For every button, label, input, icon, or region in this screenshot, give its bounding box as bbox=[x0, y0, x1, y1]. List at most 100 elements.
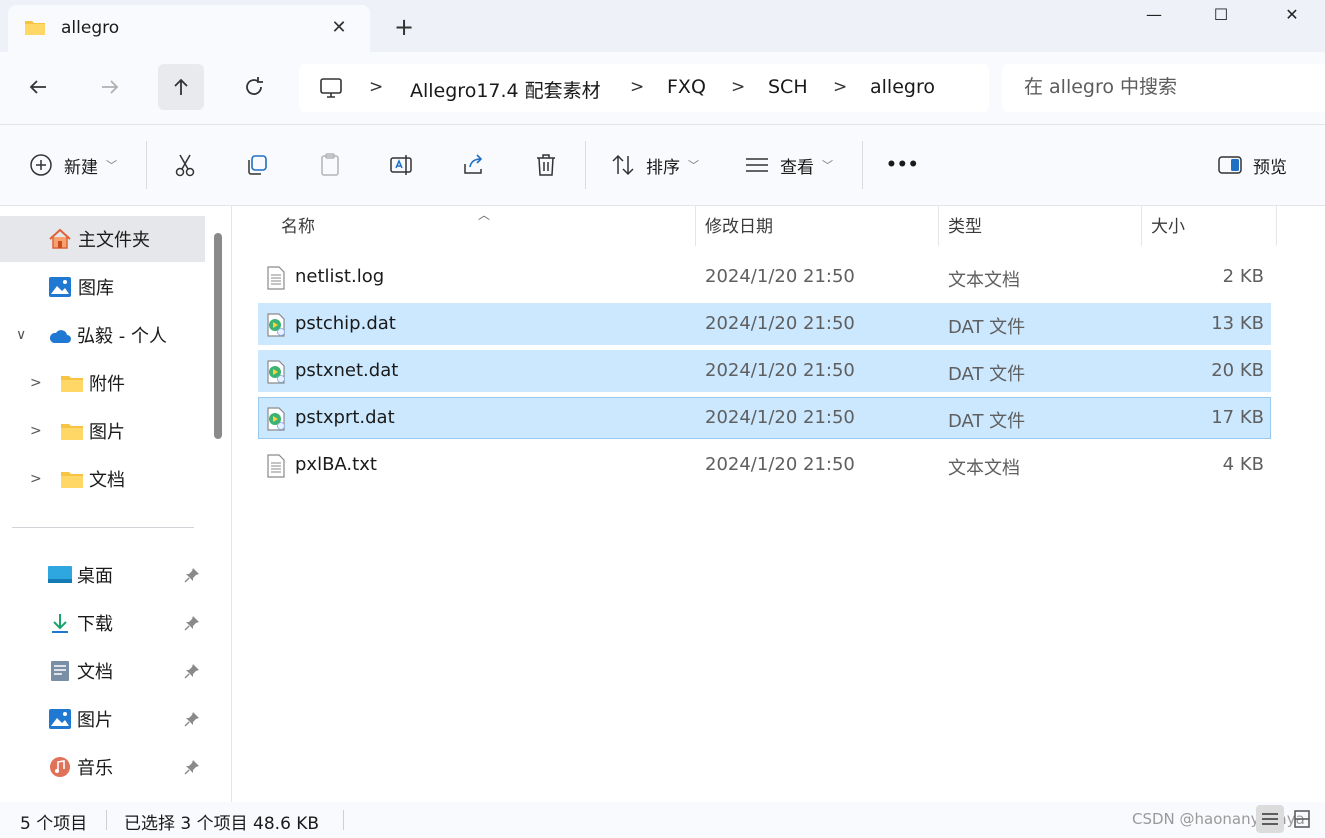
cloud-icon bbox=[49, 330, 71, 343]
cut-button[interactable] bbox=[172, 145, 198, 185]
column-divider[interactable] bbox=[1276, 206, 1277, 246]
sidebar-item-label: 桌面 bbox=[77, 566, 113, 587]
text-file-icon bbox=[266, 454, 286, 478]
sidebar-item-folder[interactable]: > 文档 bbox=[0, 456, 205, 502]
chevron-right-icon[interactable]: > bbox=[30, 471, 42, 487]
sidebar-item-folder[interactable]: > 附件 bbox=[0, 360, 205, 406]
sidebar-item-downloads[interactable]: 下载 bbox=[0, 600, 205, 646]
computer-icon bbox=[320, 78, 342, 98]
rename-icon bbox=[390, 155, 412, 175]
up-button[interactable] bbox=[158, 64, 204, 110]
pin-icon[interactable] bbox=[184, 759, 200, 775]
picture-icon bbox=[49, 709, 71, 729]
copy-button[interactable] bbox=[244, 145, 270, 185]
forward-button[interactable] bbox=[87, 64, 133, 110]
dat-file-icon bbox=[266, 407, 286, 431]
breadcrumb-item[interactable]: Allegro17.4 配套素材 bbox=[410, 76, 601, 103]
view-lines-icon bbox=[746, 158, 768, 172]
tab-allegro[interactable]: allegro ✕ bbox=[8, 5, 370, 52]
tab-title: allegro bbox=[61, 18, 120, 38]
more-button[interactable]: ••• bbox=[886, 145, 919, 185]
sidebar-scrollbar-thumb[interactable] bbox=[214, 233, 222, 439]
column-header-modified[interactable]: 修改日期 bbox=[705, 206, 773, 246]
file-name: pstxnet.dat bbox=[295, 360, 399, 381]
file-modified: 2024/1/20 21:50 bbox=[705, 454, 855, 475]
breadcrumb-item[interactable]: FXQ bbox=[667, 76, 706, 98]
tiles-view-button[interactable] bbox=[1288, 805, 1316, 833]
file-row[interactable]: pstchip.dat 2024/1/20 21:50 DAT 文件 13 KB bbox=[258, 303, 1271, 345]
pin-icon[interactable] bbox=[184, 615, 200, 631]
download-icon bbox=[52, 614, 68, 633]
chevron-right-icon[interactable]: > bbox=[30, 375, 42, 391]
file-row[interactable]: pstxprt.dat 2024/1/20 21:50 DAT 文件 17 KB bbox=[258, 397, 1271, 439]
chevron-right-icon[interactable]: > bbox=[30, 423, 42, 439]
pin-icon[interactable] bbox=[184, 567, 200, 583]
chevron-down-icon[interactable]: ∨ bbox=[16, 327, 26, 343]
column-divider[interactable] bbox=[938, 206, 939, 246]
status-bar: 5 个项目 已选择 3 个项目 48.6 KB CSDN @haonanyaya… bbox=[0, 802, 1325, 838]
refresh-icon bbox=[246, 77, 263, 95]
new-button[interactable]: 新建 ﹀ bbox=[28, 145, 117, 185]
sidebar-item-pictures[interactable]: 图片 bbox=[0, 696, 205, 742]
rename-button[interactable] bbox=[389, 145, 415, 185]
back-button[interactable] bbox=[15, 64, 61, 110]
file-type: DAT 文件 bbox=[948, 411, 1026, 432]
address-bar[interactable]: > Allegro17.4 配套素材 > FXQ > SCH > allegro bbox=[299, 64, 989, 112]
preview-pane-icon bbox=[1218, 156, 1242, 174]
pin-icon[interactable] bbox=[184, 711, 200, 727]
search-input[interactable] bbox=[1024, 76, 1314, 98]
column-divider[interactable] bbox=[1141, 206, 1142, 246]
sidebar-item-onedrive[interactable]: ∨ 弘毅 - 个人 bbox=[0, 312, 205, 358]
paste-button[interactable] bbox=[317, 145, 343, 185]
sort-icon bbox=[612, 154, 634, 176]
chevron-right-icon[interactable]: > bbox=[833, 77, 847, 97]
arrow-left-icon bbox=[29, 80, 46, 94]
column-header-name[interactable]: 名称 bbox=[281, 206, 315, 246]
view-button[interactable]: 查看 ﹀ bbox=[744, 145, 833, 185]
delete-button[interactable] bbox=[533, 145, 559, 185]
text-file-icon bbox=[266, 266, 286, 290]
file-row[interactable]: netlist.log 2024/1/20 21:50 文本文档 2 KB bbox=[258, 256, 1271, 298]
chevron-right-icon[interactable]: > bbox=[369, 77, 383, 97]
status-divider bbox=[343, 810, 344, 830]
file-row[interactable]: pxlBA.txt 2024/1/20 21:50 文本文档 4 KB bbox=[258, 444, 1271, 486]
column-header-type[interactable]: 类型 bbox=[948, 206, 982, 246]
pin-icon[interactable] bbox=[184, 663, 200, 679]
close-window-button[interactable]: ✕ bbox=[1262, 0, 1322, 32]
sidebar-item-label: 下载 bbox=[77, 614, 113, 635]
minimize-button[interactable]: — bbox=[1124, 0, 1184, 32]
file-size: 20 KB bbox=[1211, 360, 1264, 381]
file-size: 4 KB bbox=[1222, 454, 1264, 475]
details-view-button[interactable] bbox=[1256, 805, 1284, 833]
sort-button[interactable]: 排序 ﹀ bbox=[610, 145, 699, 185]
maximize-button[interactable]: ☐ bbox=[1191, 0, 1251, 32]
sidebar-item-folder[interactable]: > 图片 bbox=[0, 408, 205, 454]
sort-label: 排序 bbox=[646, 157, 680, 178]
file-modified: 2024/1/20 21:50 bbox=[705, 407, 855, 428]
sidebar-item-gallery[interactable]: 图库 bbox=[0, 264, 205, 310]
share-button[interactable] bbox=[461, 145, 487, 185]
sidebar-item-home[interactable]: 主文件夹 bbox=[0, 216, 205, 262]
sidebar-item-label: 文档 bbox=[89, 470, 125, 491]
sidebar-item-documents[interactable]: 文档 bbox=[0, 648, 205, 694]
chevron-right-icon[interactable]: > bbox=[731, 77, 745, 97]
file-row[interactable]: pstxnet.dat 2024/1/20 21:50 DAT 文件 20 KB bbox=[258, 350, 1271, 392]
home-icon bbox=[49, 228, 71, 249]
breadcrumb-item[interactable]: allegro bbox=[870, 76, 935, 98]
preview-button[interactable]: 预览 bbox=[1217, 145, 1287, 185]
clipboard-icon bbox=[321, 153, 339, 176]
column-header-size[interactable]: 大小 bbox=[1151, 206, 1185, 246]
close-tab-icon[interactable]: ✕ bbox=[326, 15, 352, 41]
file-type: 文本文档 bbox=[948, 270, 1020, 291]
navigation-pane: 主文件夹 图库 ∨ 弘毅 - 个人 > 附件 > 图片 > 文档 桌面 下载 文… bbox=[0, 206, 232, 802]
desktop-icon bbox=[48, 566, 72, 583]
chevron-right-icon[interactable]: > bbox=[630, 77, 644, 97]
refresh-button[interactable] bbox=[231, 64, 277, 110]
trash-icon bbox=[537, 154, 555, 176]
sidebar-item-music[interactable]: 音乐 bbox=[0, 744, 205, 790]
column-divider[interactable] bbox=[695, 206, 696, 246]
breadcrumb-item[interactable]: SCH bbox=[768, 76, 808, 98]
sidebar-item-label: 图片 bbox=[77, 710, 113, 731]
sidebar-item-desktop[interactable]: 桌面 bbox=[0, 552, 205, 598]
new-tab-button[interactable]: + bbox=[390, 14, 418, 42]
